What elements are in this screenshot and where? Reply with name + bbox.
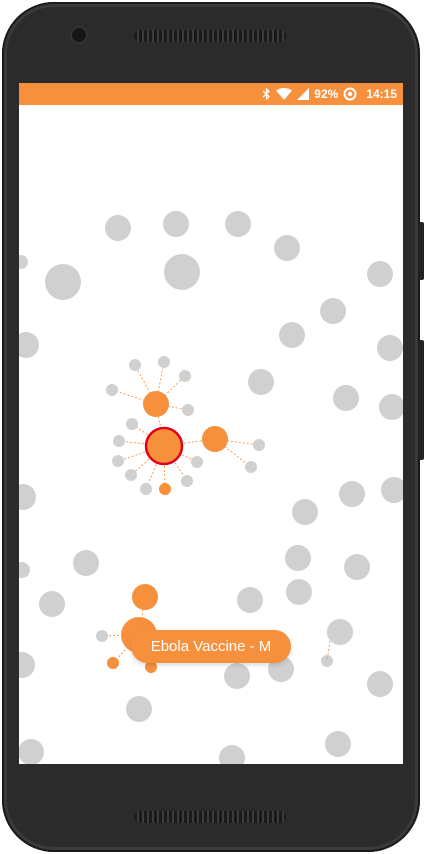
graph-node[interactable] — [129, 359, 141, 371]
graph-node[interactable] — [19, 255, 28, 269]
graph-node[interactable] — [140, 483, 152, 495]
selected-node[interactable] — [144, 426, 184, 466]
wifi-icon — [276, 88, 293, 100]
graph-node[interactable] — [367, 261, 393, 287]
graph-node[interactable] — [19, 652, 35, 678]
graph-node[interactable] — [112, 455, 124, 467]
graph-node[interactable] — [113, 435, 125, 447]
selected-node-label[interactable]: Ebola Vaccine - M — [131, 630, 291, 663]
app-screen: 92% 14:15 Ebola Vaccine - M — [19, 83, 403, 764]
graph-node[interactable] — [237, 587, 263, 613]
status-bar: 92% 14:15 — [19, 83, 403, 105]
graph-node[interactable] — [163, 211, 189, 237]
graph-node[interactable] — [367, 671, 393, 697]
graph-node[interactable] — [225, 211, 251, 237]
graph-node[interactable] — [45, 264, 81, 300]
graph-node-active[interactable] — [132, 584, 158, 610]
graph-node[interactable] — [279, 322, 305, 348]
graph-node[interactable] — [126, 696, 152, 722]
graph-node[interactable] — [320, 298, 346, 324]
graph-node[interactable] — [39, 591, 65, 617]
graph-node[interactable] — [292, 499, 318, 525]
graph-node[interactable] — [224, 663, 250, 689]
graph-node[interactable] — [381, 477, 403, 503]
graph-node[interactable] — [179, 370, 191, 382]
graph-node[interactable] — [19, 332, 39, 358]
graph-node[interactable] — [379, 394, 403, 420]
signal-icon — [297, 88, 310, 100]
graph-node[interactable] — [219, 745, 245, 764]
graph-node[interactable] — [106, 384, 118, 396]
inactive-nodes — [19, 211, 403, 764]
graph-node[interactable] — [248, 369, 274, 395]
graph-node[interactable] — [253, 439, 265, 451]
graph-node[interactable] — [105, 215, 131, 241]
graph-node[interactable] — [125, 469, 137, 481]
graph-node[interactable] — [245, 461, 257, 473]
front-camera — [72, 28, 86, 42]
cluster-nodes-upper — [106, 356, 265, 495]
graph-node[interactable] — [377, 335, 403, 361]
graph-node-active[interactable] — [202, 426, 228, 452]
status-time: 14:15 — [366, 87, 397, 101]
earpiece-speaker — [134, 30, 286, 42]
power-button — [419, 340, 424, 460]
graph-node[interactable] — [126, 418, 138, 430]
graph-node[interactable] — [19, 484, 36, 510]
battery-percent: 92% — [314, 87, 339, 101]
bottom-speaker — [134, 811, 286, 823]
graph-node[interactable] — [339, 481, 365, 507]
graph-node-active[interactable] — [159, 483, 171, 495]
graph-node[interactable] — [286, 579, 312, 605]
graph-node[interactable] — [182, 404, 194, 416]
graph-node-active[interactable] — [107, 657, 119, 669]
battery-icon — [343, 87, 357, 101]
graph-node[interactable] — [333, 385, 359, 411]
graph-node[interactable] — [344, 554, 370, 580]
graph-node-active[interactable] — [143, 391, 169, 417]
graph-node[interactable] — [325, 731, 351, 757]
volume-button — [419, 222, 424, 280]
status-icons: 92% 14:15 — [262, 83, 397, 105]
graph-node[interactable] — [19, 739, 44, 764]
graph-node[interactable] — [96, 630, 108, 642]
graph-node[interactable] — [158, 356, 170, 368]
graph-node[interactable] — [274, 235, 300, 261]
graph-node[interactable] — [164, 254, 200, 290]
network-graph[interactable]: Ebola Vaccine - M — [19, 105, 403, 764]
graph-node[interactable] — [181, 475, 193, 487]
graph-node[interactable] — [73, 550, 99, 576]
graph-node[interactable] — [19, 562, 30, 578]
graph-node[interactable] — [191, 456, 203, 468]
graph-node[interactable] — [285, 545, 311, 571]
graph-node[interactable] — [327, 619, 353, 645]
bluetooth-icon — [262, 88, 271, 100]
